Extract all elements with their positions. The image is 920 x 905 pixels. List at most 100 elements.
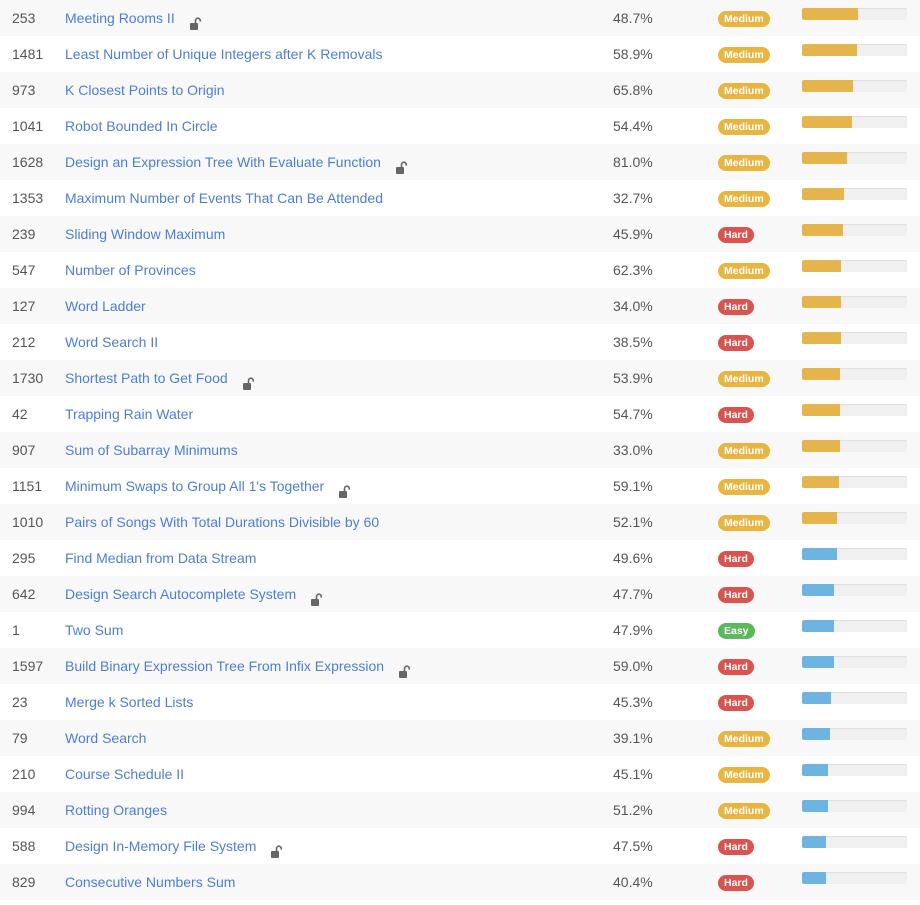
problem-title-link[interactable]: K Closest Points to Origin <box>65 72 225 108</box>
acceptance-rate: 39.1% <box>613 730 653 746</box>
problem-title-link[interactable]: Design Search Autocomplete System <box>65 576 296 612</box>
acceptance-rate: 51.2% <box>613 802 653 818</box>
table-row: 127 Word Ladder 34.0% Hard <box>0 288 920 324</box>
table-row: 994 Rotting Oranges 51.2% Medium <box>0 792 920 828</box>
table-row: 1730 Shortest Path to Get Food 53.9% Med… <box>0 360 920 396</box>
frequency-bar-fill <box>802 872 827 884</box>
frequency-bar-fill <box>802 404 840 416</box>
problem-title-link[interactable]: Find Median from Data Stream <box>65 540 256 576</box>
table-row: 1151 Minimum Swaps to Group All 1's Toge… <box>0 468 920 504</box>
frequency-bar <box>802 764 907 776</box>
problem-title-link[interactable]: Merge k Sorted Lists <box>65 684 193 720</box>
difficulty-badge: Medium <box>718 443 770 459</box>
problem-table: 253 Meeting Rooms II 48.7% Medium 1481 L… <box>0 0 920 900</box>
difficulty-badge: Easy <box>718 623 755 639</box>
unlocked-padlock-icon <box>189 8 203 30</box>
frequency-bar <box>802 512 907 524</box>
problem-title-link[interactable]: Rotting Oranges <box>65 792 167 828</box>
problem-title-cell: Design In-Memory File System <box>65 828 284 864</box>
unlocked-padlock-icon <box>395 152 409 174</box>
table-row: 1628 Design an Expression Tree With Eval… <box>0 144 920 180</box>
problem-title-link[interactable]: Sum of Subarray Minimums <box>65 432 238 468</box>
frequency-bar <box>802 368 907 380</box>
difficulty-badge: Medium <box>718 11 770 27</box>
acceptance-rate: 58.9% <box>613 46 653 62</box>
difficulty-badge: Hard <box>718 587 754 603</box>
problem-title-link[interactable]: Meeting Rooms II <box>65 0 175 36</box>
frequency-bar <box>802 584 907 596</box>
problem-title-link[interactable]: Trapping Rain Water <box>65 396 193 432</box>
problem-title-cell: Minimum Swaps to Group All 1's Together <box>65 468 352 504</box>
problem-id: 79 <box>12 730 28 746</box>
problem-id: 295 <box>12 550 36 566</box>
problem-id: 1628 <box>12 154 44 170</box>
table-row: 212 Word Search II 38.5% Hard <box>0 324 920 360</box>
problem-title-cell: Robot Bounded In Circle <box>65 108 218 144</box>
problem-title-link[interactable]: Word Search <box>65 720 146 756</box>
acceptance-rate: 54.7% <box>613 406 653 422</box>
problem-title-link[interactable]: Number of Provinces <box>65 252 196 288</box>
problem-title-cell: Design an Expression Tree With Evaluate … <box>65 144 409 180</box>
frequency-bar <box>802 728 907 740</box>
problem-id: 210 <box>12 766 36 782</box>
problem-id: 547 <box>12 262 36 278</box>
problem-title-link[interactable]: Shortest Path to Get Food <box>65 360 228 396</box>
frequency-bar <box>802 692 907 704</box>
problem-title-link[interactable]: Least Number of Unique Integers after K … <box>65 36 383 72</box>
frequency-bar <box>802 836 907 848</box>
table-row: 1597 Build Binary Expression Tree From I… <box>0 648 920 684</box>
table-row: 829 Consecutive Numbers Sum 40.4% Hard <box>0 864 920 900</box>
problem-title-cell: Sum of Subarray Minimums <box>65 432 238 468</box>
problem-title-link[interactable]: Word Search II <box>65 324 158 360</box>
problem-title-cell: Least Number of Unique Integers after K … <box>65 36 383 72</box>
acceptance-rate: 65.8% <box>613 82 653 98</box>
acceptance-rate: 34.0% <box>613 298 653 314</box>
acceptance-rate: 45.1% <box>613 766 653 782</box>
problem-title-link[interactable]: Word Ladder <box>65 288 146 324</box>
frequency-bar <box>802 296 907 308</box>
problem-title-cell: Maximum Number of Events That Can Be Att… <box>65 180 383 216</box>
frequency-bar <box>802 188 907 200</box>
acceptance-rate: 53.9% <box>613 370 653 386</box>
problem-title-cell: Meeting Rooms II <box>65 0 203 36</box>
problem-title-link[interactable]: Consecutive Numbers Sum <box>65 864 235 900</box>
frequency-bar <box>802 404 907 416</box>
frequency-bar-fill <box>802 152 848 164</box>
problem-title-link[interactable]: Maximum Number of Events That Can Be Att… <box>65 180 383 216</box>
frequency-bar <box>802 224 907 236</box>
difficulty-badge: Hard <box>718 839 754 855</box>
problem-id: 42 <box>12 406 28 422</box>
frequency-bar-fill <box>802 80 854 92</box>
problem-title-cell: Trapping Rain Water <box>65 396 193 432</box>
frequency-bar-fill <box>802 764 829 776</box>
acceptance-rate: 59.0% <box>613 658 653 674</box>
frequency-bar-fill <box>802 332 841 344</box>
problem-title-link[interactable]: Robot Bounded In Circle <box>65 108 218 144</box>
acceptance-rate: 52.1% <box>613 514 653 530</box>
problem-title-cell: Find Median from Data Stream <box>65 540 256 576</box>
frequency-bar-fill <box>802 656 834 668</box>
difficulty-badge: Hard <box>718 407 754 423</box>
acceptance-rate: 33.0% <box>613 442 653 458</box>
problem-title-link[interactable]: Course Schedule II <box>65 756 184 792</box>
problem-title-link[interactable]: Two Sum <box>65 612 123 648</box>
frequency-bar <box>802 44 907 56</box>
problem-title-link[interactable]: Design an Expression Tree With Evaluate … <box>65 144 381 180</box>
acceptance-rate: 32.7% <box>613 190 653 206</box>
problem-id: 239 <box>12 226 36 242</box>
problem-title-link[interactable]: Sliding Window Maximum <box>65 216 225 252</box>
table-row: 1 Two Sum 47.9% Easy <box>0 612 920 648</box>
difficulty-badge: Medium <box>718 803 770 819</box>
difficulty-badge: Medium <box>718 191 770 207</box>
frequency-bar <box>802 80 907 92</box>
problem-title-link[interactable]: Design In-Memory File System <box>65 828 256 864</box>
acceptance-rate: 47.7% <box>613 586 653 602</box>
frequency-bar <box>802 872 907 884</box>
problem-title-cell: K Closest Points to Origin <box>65 72 225 108</box>
difficulty-badge: Hard <box>718 335 754 351</box>
problem-title-link[interactable]: Build Binary Expression Tree From Infix … <box>65 648 384 684</box>
frequency-bar-fill <box>802 476 839 488</box>
problem-title-link[interactable]: Pairs of Songs With Total Durations Divi… <box>65 504 379 540</box>
problem-title-link[interactable]: Minimum Swaps to Group All 1's Together <box>65 468 324 504</box>
table-row: 253 Meeting Rooms II 48.7% Medium <box>0 0 920 36</box>
